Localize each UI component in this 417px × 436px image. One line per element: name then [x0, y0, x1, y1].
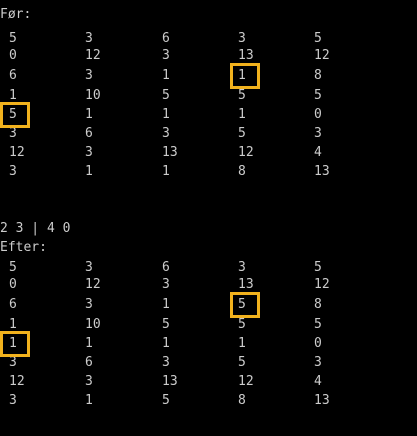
grid-cell: 3: [238, 31, 246, 46]
after-grid-row: 1 1 1 1 0: [0, 336, 417, 352]
grid-cell: 3: [162, 48, 170, 63]
grid-cell: 6: [85, 126, 93, 141]
grid-cell: 1: [162, 68, 170, 83]
after-grid-row: 6 3 1 5 8: [0, 297, 417, 313]
grid-cell: 6: [162, 31, 170, 46]
before-grid-row: 5 1 1 1 0: [0, 107, 417, 123]
grid-cell: 5: [162, 88, 170, 103]
before-grid-row: 1 10 5 5 5: [0, 88, 417, 104]
grid-cell: 3: [9, 393, 17, 408]
grid-cell: 0: [9, 277, 17, 292]
before-grid-row: 3 6 3 5 3: [0, 126, 417, 142]
grid-cell: 1: [162, 336, 170, 351]
after-grid-row: 12 3 13 12 4: [0, 374, 417, 390]
grid-cell: 1: [85, 393, 93, 408]
grid-cell: 3: [162, 126, 170, 141]
before-grid-row: 5 3 6 3 5: [0, 31, 417, 47]
grid-cell: 6: [9, 297, 17, 312]
grid-cell: 3: [9, 164, 17, 179]
grid-cell: 8: [238, 164, 246, 179]
before-label: Før:: [0, 7, 32, 22]
highlight-box: [230, 292, 260, 318]
grid-cell: 1: [85, 164, 93, 179]
grid-cell: 5: [238, 88, 246, 103]
grid-cell: 3: [9, 126, 17, 141]
after-grid-row: 5 3 6 3 5: [0, 260, 417, 276]
highlight-box: [230, 63, 260, 89]
grid-cell: 3: [314, 126, 322, 141]
grid-cell: 8: [314, 68, 322, 83]
grid-cell: 8: [314, 297, 322, 312]
grid-cell: 0: [314, 107, 322, 122]
grid-cell: 1: [85, 107, 93, 122]
grid-cell: 3: [85, 145, 93, 160]
grid-cell: 5: [238, 317, 246, 332]
grid-cell: 5: [162, 393, 170, 408]
highlight-box: [0, 102, 30, 128]
grid-cell: 6: [162, 260, 170, 275]
grid-cell: 3: [85, 374, 93, 389]
grid-cell: 13: [162, 374, 178, 389]
grid-cell: 3: [162, 277, 170, 292]
before-grid-row: 12 3 13 12 4: [0, 145, 417, 161]
grid-cell: 13: [238, 48, 254, 63]
before-grid-row: 3 1 1 8 13: [0, 164, 417, 180]
grid-cell: 5: [314, 260, 322, 275]
grid-cell: 8: [238, 393, 246, 408]
grid-cell: 3: [314, 355, 322, 370]
grid-cell: 0: [314, 336, 322, 351]
grid-cell: 12: [238, 145, 254, 160]
grid-cell: 1: [238, 107, 246, 122]
grid-cell: 5: [314, 317, 322, 332]
grid-cell: 13: [162, 145, 178, 160]
after-grid-row: 3 6 3 5 3: [0, 355, 417, 371]
grid-cell: 1: [162, 164, 170, 179]
before-grid-row: 6 3 1 1 8: [0, 68, 417, 84]
console-output: Før: 5 3 6 3 5 0 12 3 13 12 6 3 1 1 8 1 …: [0, 0, 417, 436]
grid-cell: 13: [314, 164, 330, 179]
grid-cell: 5: [162, 317, 170, 332]
grid-cell: 5: [9, 260, 17, 275]
before-grid-row: 0 12 3 13 12: [0, 48, 417, 64]
highlight-box: [0, 331, 30, 357]
grid-cell: 12: [238, 374, 254, 389]
grid-cell: 1: [85, 336, 93, 351]
grid-cell: 4: [314, 145, 322, 160]
grid-cell: 3: [85, 31, 93, 46]
grid-cell: 1: [162, 297, 170, 312]
grid-cell: 5: [238, 126, 246, 141]
grid-cell: 12: [9, 145, 25, 160]
grid-cell: 3: [85, 297, 93, 312]
grid-cell: 5: [314, 31, 322, 46]
grid-cell: 3: [85, 260, 93, 275]
after-label: Efter:: [0, 240, 47, 255]
grid-cell: 4: [314, 374, 322, 389]
grid-cell: 5: [238, 355, 246, 370]
grid-cell: 0: [9, 48, 17, 63]
grid-cell: 3: [162, 355, 170, 370]
grid-cell: 5: [9, 31, 17, 46]
grid-cell: 3: [85, 68, 93, 83]
grid-cell: 6: [85, 355, 93, 370]
swap-coordinates: 2 3 | 4 0: [0, 221, 71, 236]
grid-cell: 12: [85, 277, 101, 292]
after-grid-row: 3 1 5 8 13: [0, 393, 417, 409]
grid-cell: 12: [314, 277, 330, 292]
grid-cell: 10: [85, 317, 101, 332]
grid-cell: 12: [314, 48, 330, 63]
grid-cell: 12: [9, 374, 25, 389]
grid-cell: 13: [238, 277, 254, 292]
grid-cell: 1: [162, 107, 170, 122]
after-grid-row: 1 10 5 5 5: [0, 317, 417, 333]
grid-cell: 3: [9, 355, 17, 370]
after-grid-row: 0 12 3 13 12: [0, 277, 417, 293]
grid-cell: 1: [238, 336, 246, 351]
grid-cell: 3: [238, 260, 246, 275]
grid-cell: 12: [85, 48, 101, 63]
grid-cell: 13: [314, 393, 330, 408]
grid-cell: 6: [9, 68, 17, 83]
grid-cell: 10: [85, 88, 101, 103]
grid-cell: 5: [314, 88, 322, 103]
